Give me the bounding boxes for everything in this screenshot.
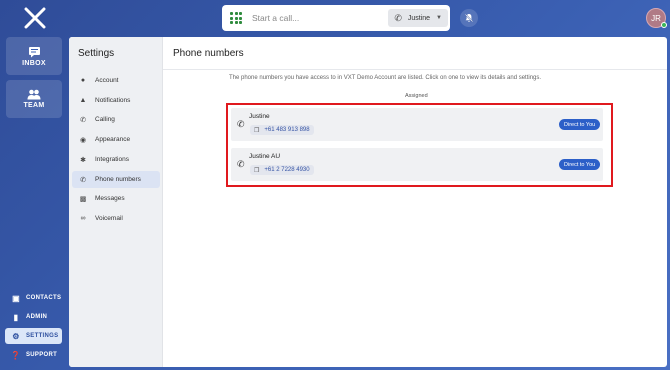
phone-icon: ✆ (237, 119, 245, 129)
eye-icon: ◉ (79, 136, 87, 144)
settings-title: Settings (78, 48, 115, 59)
rail-admin-button[interactable]: ▮ ADMIN (5, 309, 62, 325)
notifications-muted-icon[interactable] (460, 9, 478, 27)
settings-menu-account[interactable]: ● Account (72, 72, 160, 89)
rail-inbox-button[interactable]: INBOX (6, 37, 62, 75)
settings-menu-label: Messages (95, 195, 125, 202)
voicemail-icon: ∞ (80, 215, 86, 222)
settings-menu-label: Integrations (95, 156, 129, 163)
rail-team-button[interactable]: TEAM (6, 80, 62, 118)
rail-settings-button[interactable]: ⚙ SETTINGS (5, 328, 62, 344)
phone-number-row[interactable]: ✆ Justine AU ❐ +61 2 7228 4930 Direct to… (231, 148, 603, 181)
contacts-icon: ▣ (12, 293, 20, 303)
rail-contacts-button[interactable]: ▣ CONTACTS (5, 290, 62, 306)
settings-menu-notifications[interactable]: ▲ Notifications (72, 92, 160, 109)
intro-text: The phone numbers you have access to in … (229, 75, 542, 81)
call-input[interactable]: Start a call... (252, 13, 388, 23)
rail-support-button[interactable]: ❓ SUPPORT (5, 347, 62, 363)
rail-settings-label: SETTINGS (26, 333, 59, 339)
user-avatar[interactable]: JR (646, 8, 667, 28)
settings-menu-messages[interactable]: ▩ Messages (72, 190, 160, 207)
bar-chart-icon: ▮ (13, 312, 19, 322)
phone-number-name: Justine (249, 113, 270, 120)
dialpad-icon[interactable] (230, 12, 242, 24)
online-status-dot (661, 22, 667, 28)
copy-icon[interactable]: ❐ (254, 167, 259, 174)
team-icon (27, 89, 41, 100)
vxt-logo (24, 7, 46, 29)
phone-number-row[interactable]: ✆ Justine ❐ +61 483 913 898 Direct to Yo… (231, 108, 603, 141)
rail-contacts-label: CONTACTS (26, 295, 62, 301)
gear-icon: ⚙ (12, 331, 20, 341)
direct-to-you-button[interactable]: Direct to You (559, 159, 601, 170)
phone-icon: ✆ (80, 176, 86, 184)
settings-menu-label: Appearance (95, 136, 131, 143)
caller-id-value: Justine (407, 14, 431, 22)
message-icon: ▩ (79, 195, 87, 203)
settings-menu-label: Account (95, 77, 119, 84)
rail-admin-label: ADMIN (26, 314, 48, 320)
settings-menu-integrations[interactable]: ✱ Integrations (72, 151, 160, 168)
puzzle-icon: ✱ (80, 156, 86, 164)
direct-to-you-button[interactable]: Direct to You (559, 119, 601, 130)
inbox-icon (28, 46, 40, 57)
section-label-assigned: Assigned (405, 93, 428, 99)
phone-number-value: +61 2 7228 4930 (264, 167, 310, 173)
bell-off-icon (465, 14, 473, 22)
phone-number-chip[interactable]: ❐ +61 2 7228 4930 (250, 165, 314, 175)
settings-menu-label: Notifications (95, 97, 131, 104)
phone-number-value: +61 483 913 898 (264, 127, 310, 133)
phone-icon: ✆ (80, 116, 86, 124)
rail-team-label: TEAM (23, 102, 45, 109)
settings-menu-label: Voicemail (95, 215, 123, 222)
header-divider (163, 69, 667, 70)
avatar-initials: JR (651, 13, 661, 23)
copy-icon[interactable]: ❐ (254, 127, 259, 134)
call-bar[interactable]: Start a call... ✆ Justine ▼ (222, 5, 450, 31)
phone-icon: ✆ (237, 159, 245, 169)
rail-support-label: SUPPORT (26, 352, 58, 358)
rail-inbox-label: INBOX (22, 59, 46, 67)
person-icon: ● (80, 77, 86, 84)
settings-menu-calling[interactable]: ✆ Calling (72, 111, 160, 128)
settings-menu-phone-numbers[interactable]: ✆ Phone numbers (72, 171, 160, 188)
settings-menu-label: Phone numbers (95, 176, 141, 183)
settings-sidebar: Settings ● Account ▲ Notifications ✆ Cal… (69, 37, 163, 367)
help-icon: ❓ (10, 350, 22, 360)
phone-icon: ✆ (394, 12, 402, 23)
caller-id-select[interactable]: ✆ Justine ▼ (388, 9, 448, 27)
bell-icon: ▲ (79, 97, 87, 104)
chevron-down-icon: ▼ (436, 15, 442, 21)
settings-menu-label: Calling (95, 116, 115, 123)
page-title: Phone numbers (173, 48, 244, 59)
phone-number-name: Justine AU (249, 153, 281, 160)
settings-menu-voicemail[interactable]: ∞ Voicemail (72, 210, 160, 227)
main-panel: Settings ● Account ▲ Notifications ✆ Cal… (69, 37, 667, 367)
phone-number-chip[interactable]: ❐ +61 483 913 898 (250, 125, 314, 135)
settings-menu-appearance[interactable]: ◉ Appearance (72, 131, 160, 148)
